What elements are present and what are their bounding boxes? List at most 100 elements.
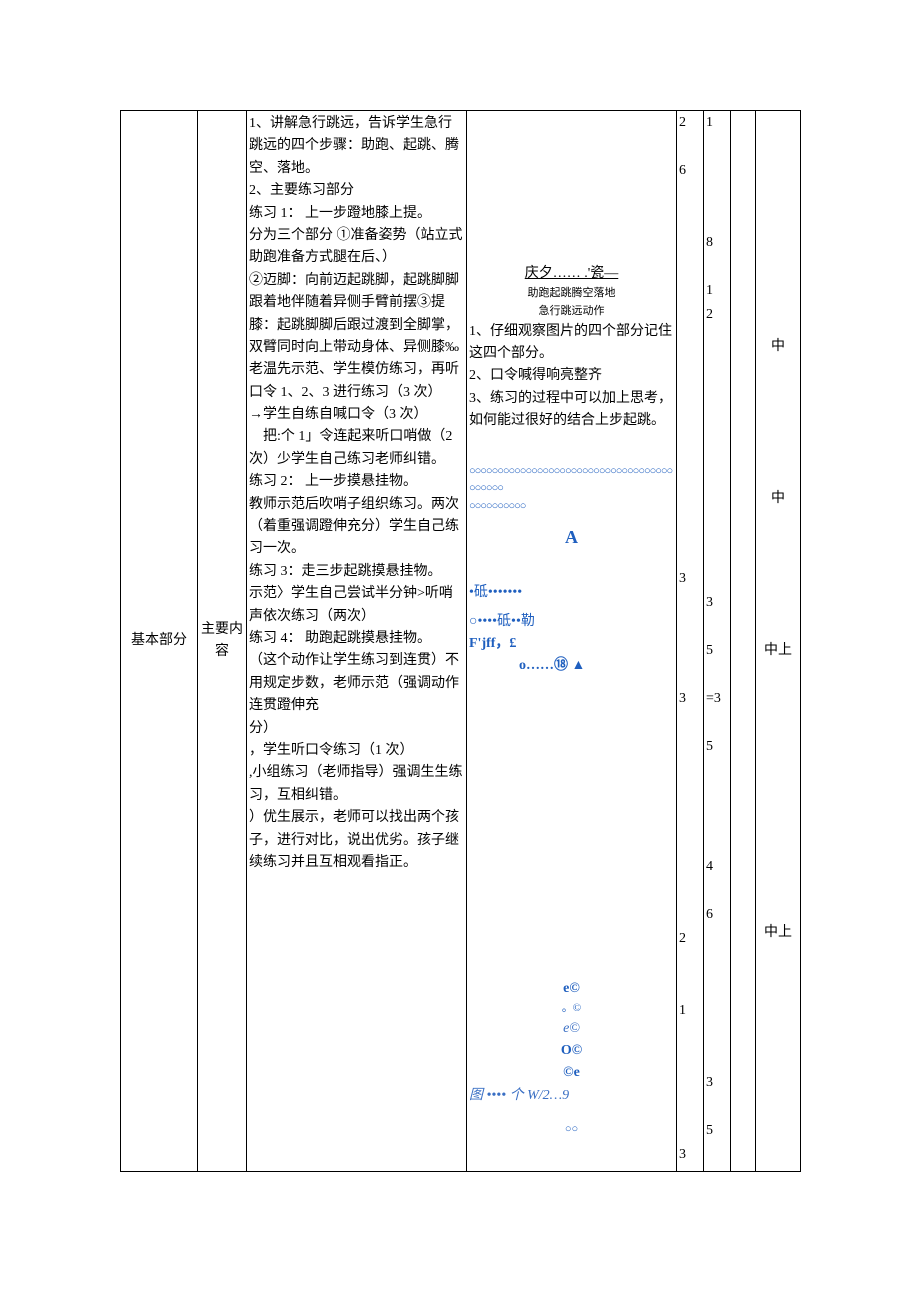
paragraph: 把:个 1」令连起来听口哨做（2 次）少学生自己练习老师纠错。 — [249, 426, 464, 471]
count-value — [679, 1073, 701, 1097]
section-label: 基本部分 — [131, 633, 187, 648]
count-value — [679, 257, 701, 281]
count-value — [706, 137, 728, 161]
intensity-value — [758, 359, 798, 489]
count-value — [706, 329, 728, 353]
count-value: 4 — [706, 857, 728, 881]
count-value — [679, 137, 701, 161]
count-value: 3 — [706, 593, 728, 617]
count-value — [679, 905, 701, 929]
count-value: 5 — [706, 641, 728, 665]
paragraph: ，学生听口令练习（1 次） — [249, 740, 464, 762]
count-value — [706, 1097, 728, 1121]
formation-diagram: ○○ — [469, 1121, 674, 1139]
formation-diagram: ○••••砥••勒 — [469, 611, 674, 633]
count-value: 3 — [679, 1145, 701, 1169]
count-value: 5 — [706, 1121, 728, 1145]
paragraph: 教师示范后吹哨子组织练习。两次（着重强调蹬伸充分）学生自己练习一次。 — [249, 494, 464, 561]
diagram-caption: 图 •••• 个 W/2…9 — [469, 1085, 674, 1107]
count-value — [679, 833, 701, 857]
paragraph: 示范〉学生自己尝试半分钟>听哨声依次练习（两次） — [249, 583, 464, 628]
formation-diagram: e© — [469, 1018, 674, 1040]
count-value: 5 — [706, 737, 728, 761]
count-value — [679, 713, 701, 737]
diagram-caption: 助跑起跳腾空落地 — [469, 285, 674, 303]
count-value: 3 — [706, 1073, 728, 1097]
count-value: 6 — [679, 161, 701, 185]
exercise-title: 练习 4： 助跑起跳摸悬挂物。 — [249, 628, 464, 650]
count-value — [679, 785, 701, 809]
count-value — [706, 497, 728, 521]
count-value: 1 — [679, 1001, 701, 1025]
count-value — [706, 401, 728, 425]
count-value: 6 — [706, 905, 728, 929]
count-value — [679, 305, 701, 329]
count-value — [706, 665, 728, 689]
count-value: 2 — [706, 305, 728, 329]
formation-diagram: ○○○○○○○○○○ — [469, 498, 674, 516]
formation-diagram: o……⑱ ▲ — [469, 655, 674, 677]
count-value — [679, 1097, 701, 1121]
count-value — [706, 449, 728, 473]
count-value — [706, 569, 728, 593]
paragraph: （这个动作让学生练习到连贯）不用规定步数，老师示范（强调动作连贯蹬伸充 分） — [249, 650, 464, 740]
count-value: 8 — [706, 233, 728, 257]
count-value — [679, 449, 701, 473]
count-value — [706, 809, 728, 833]
paragraph: ②迈脚：向前迈起跳脚，起跳脚脚跟着地伴随着异侧手臂前摆③提膝：起跳脚脚后跟过渡到… — [249, 270, 464, 404]
formation-diagram: ○○○○○○○○○○○○○○○○○○○○○○○○○○○○○○○○○○○○○○○○… — [469, 463, 674, 498]
count-value — [706, 617, 728, 641]
intensity-value — [758, 511, 798, 641]
paragraph: ）优生展示，老师可以找出两个孩子，进行对比，说出优劣。孩子继续练习并且互相观看指… — [249, 807, 464, 874]
count-value: 2 — [679, 113, 701, 137]
paragraph: 3、练习的过程中可以加上思考，如何能过很好的结合上步起跳。 — [469, 388, 674, 433]
count-value — [679, 953, 701, 977]
count-value — [679, 1121, 701, 1145]
count-value — [706, 1145, 728, 1169]
paragraph: 2、主要练习部分 — [249, 180, 464, 202]
intensity-value: 中上 — [758, 641, 798, 663]
count-value: 2 — [679, 929, 701, 953]
diagram-caption: 急行跳远动作 — [469, 303, 674, 321]
count-value — [706, 713, 728, 737]
exercise-title: 练习 2： 上一步摸悬挂物。 — [249, 471, 464, 493]
paragraph: →学生自练自喊口令（3 次） — [249, 404, 464, 426]
count-value — [679, 209, 701, 233]
subsection-label: 主要内容 — [201, 622, 243, 659]
count-value — [679, 545, 701, 569]
count-value — [679, 329, 701, 353]
count-value — [679, 473, 701, 497]
intensity-value: 中 — [758, 489, 798, 511]
lesson-plan-table: 基本部分 主要内容 1、讲解急行跳远，告诉学生急行跳远的四个步骤：助跑、起跳、腾… — [120, 110, 801, 1172]
count-value: 3 — [679, 689, 701, 713]
diagram-caption: 庆夕…… .'瓷— — [469, 263, 674, 285]
paragraph: 2、口令喊得响亮整齐 — [469, 365, 674, 387]
count-value: 1 — [706, 281, 728, 305]
count-value — [679, 377, 701, 401]
intensity-value: 中上 — [758, 923, 798, 945]
formation-diagram: ©e — [469, 1062, 674, 1084]
count-value — [679, 497, 701, 521]
formation-diagram: •砥••••••• — [469, 582, 674, 604]
section-cell: 基本部分 — [121, 111, 198, 1172]
count-value — [679, 353, 701, 377]
count-value — [706, 353, 728, 377]
teaching-activity-cell: 1、讲解急行跳远，告诉学生急行跳远的四个步骤：助跑、起跳、腾空、落地。 2、主要… — [247, 111, 467, 1172]
subsection-cell: 主要内容 — [198, 111, 247, 1172]
count-value — [679, 281, 701, 305]
count-value — [679, 1025, 701, 1049]
count-value — [679, 617, 701, 641]
intensity-value: 中 — [758, 337, 798, 359]
intensity-column: 中中中上中上 — [756, 111, 801, 1172]
count-column-a: 2633213 — [677, 111, 704, 1172]
formation-diagram: O© — [469, 1040, 674, 1062]
count-value — [679, 401, 701, 425]
table-row: 基本部分 主要内容 1、讲解急行跳远，告诉学生急行跳远的四个步骤：助跑、起跳、腾… — [121, 111, 801, 1172]
count-value — [679, 233, 701, 257]
count-value — [706, 257, 728, 281]
count-value — [706, 161, 728, 185]
count-value — [706, 785, 728, 809]
paragraph: ,小组练习（老师指导）强调生生练习，互相纠错。 — [249, 762, 464, 807]
count-value — [679, 185, 701, 209]
count-value — [679, 761, 701, 785]
